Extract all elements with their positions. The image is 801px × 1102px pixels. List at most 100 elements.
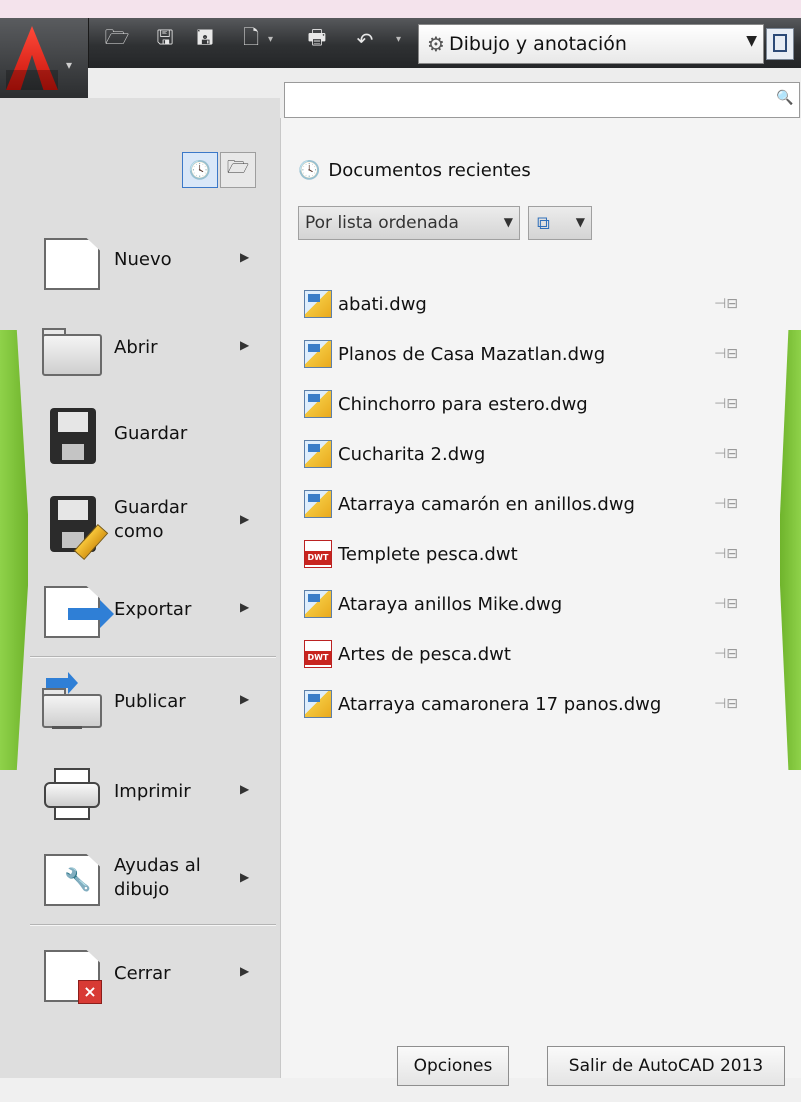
view-mode-buttons: 🕓 🗁 [182,152,256,188]
menu-label: Abrir [114,337,158,358]
printer-icon[interactable]: 🖶 [304,25,330,52]
pin-icon[interactable]: ⊣⊟ [714,546,738,562]
recent-file-item[interactable]: Chinchorro para estero.dwg ⊣⊟ [304,384,774,424]
menu-separator [30,656,276,658]
menu-item-cerrar[interactable]: × Cerrar ▶ [36,940,266,1010]
pin-icon[interactable]: ⊣⊟ [714,646,738,662]
open-documents-icon[interactable]: 🗁 [220,152,256,188]
menu-item-exportar[interactable]: Exportar ▶ [36,576,266,646]
gear-icon: ⚙ [427,32,445,56]
sort-order-label: Por lista ordenada [305,213,459,233]
exit-autocad-button[interactable]: Salir de AutoCAD 2013 [547,1046,785,1086]
pin-icon[interactable]: ⊣⊟ [714,496,738,512]
menu-label: Guardar [114,423,188,444]
menu-item-nuevo[interactable]: Nuevo ▶ [36,228,266,298]
application-menu-button[interactable]: ▾ [0,18,89,99]
menu-item-publicar[interactable]: Publicar ▶ [36,668,266,738]
menu-item-guardar[interactable]: Guardar [36,400,266,470]
pin-icon[interactable]: ⊣⊟ [714,296,738,312]
view-options-button[interactable]: ⧉ ▼ [528,206,592,240]
publish-icon [40,672,102,732]
recent-file-item[interactable]: abati.dwg ⊣⊟ [304,284,774,324]
dwg-file-icon [304,490,332,518]
search-input[interactable] [284,82,800,118]
menu-separator [30,924,276,926]
recent-documents-header: 🕓 Documentos recientes [298,160,531,181]
recent-file-name: abati.dwg [338,293,427,315]
menu-item-guardar-como[interactable]: Guardar como ▶ [36,488,266,561]
recent-file-item[interactable]: Artes de pesca.dwt ⊣⊟ [304,634,774,674]
workspace-selector[interactable]: ⚙ Dibujo y anotación ▼ [418,24,764,64]
menu-item-ayudas-al-dibujo[interactable]: 🔧 Ayudas al dibujo ▶ [36,844,266,914]
logo-shade [6,70,58,90]
recent-file-item[interactable]: Atarraya camaronera 17 panos.dwg ⊣⊟ [304,684,774,724]
recent-file-item[interactable]: Cucharita 2.dwg ⊣⊟ [304,434,774,474]
save-icon[interactable]: 🖫 [152,25,178,52]
chevron-right-icon: ▶ [240,782,250,796]
chevron-right-icon: ▶ [240,600,250,614]
menu-item-imprimir[interactable]: Imprimir ▶ [36,758,266,828]
pin-icon[interactable]: ⊣⊟ [714,596,738,612]
chevron-down-icon: ▼ [575,215,585,229]
pin-icon[interactable]: ⊣⊟ [714,396,738,412]
menu-label: Guardar como [114,497,188,542]
chevron-right-icon: ▶ [240,250,250,264]
chevron-down-icon[interactable]: ▾ [396,34,401,45]
menu-label: Exportar [114,599,192,620]
chevron-down-icon: ▼ [503,215,513,229]
recent-file-name: Atarraya camaronera 17 panos.dwg [338,693,662,715]
recent-file-item[interactable]: Atarraya camarón en anillos.dwg ⊣⊟ [304,484,774,524]
recent-file-name: Ataraya anillos Mike.dwg [338,593,563,615]
save-as-disk-icon [40,494,109,561]
dwt-file-icon [304,640,332,668]
export-icon [40,582,114,640]
dwg-file-icon [304,440,332,468]
recent-documents-icon[interactable]: 🕓 [182,152,218,188]
chevron-down-icon: ▼ [746,33,757,49]
recent-file-item[interactable]: Templete pesca.dwt ⊣⊟ [304,534,774,574]
chevron-down-icon[interactable]: ▾ [268,34,273,45]
chevron-right-icon: ▶ [240,964,250,978]
chevron-right-icon: ▶ [240,512,250,526]
menu-label: Nuevo [114,249,172,270]
recent-file-item[interactable]: Ataraya anillos Mike.dwg ⊣⊟ [304,584,774,624]
pin-icon[interactable]: ⊣⊟ [714,346,738,362]
plot-icon[interactable]: 🗋 [238,25,264,52]
folder-icon [40,322,102,380]
chevron-right-icon: ▶ [240,870,250,884]
close-document-icon: × [40,946,102,1004]
menu-label: Ayudas al dibujo [114,855,201,900]
chevron-down-icon: ▾ [66,58,73,72]
menu-label: Cerrar [114,963,171,984]
dwg-file-icon [304,290,332,318]
open-folder-icon[interactable]: 🗁 [104,25,130,52]
dwg-file-icon [304,690,332,718]
options-button[interactable]: Opciones [397,1046,509,1086]
customize-toolbar-icon[interactable] [766,28,794,60]
pin-icon[interactable]: ⊣⊟ [714,446,738,462]
menu-label: Imprimir [114,781,191,802]
recent-documents-title: Documentos recientes [328,160,531,181]
workspace-label: Dibujo y anotación [448,33,627,55]
printer-icon [40,764,100,822]
top-strip [0,0,801,19]
recent-file-name: Cucharita 2.dwg [338,443,486,465]
dwg-file-icon [304,390,332,418]
menu-label: Publicar [114,691,186,712]
recent-file-item[interactable]: Planos de Casa Mazatlan.dwg ⊣⊟ [304,334,774,374]
recent-file-name: Chinchorro para estero.dwg [338,393,588,415]
dwg-file-icon [304,590,332,618]
undo-icon[interactable]: ↶ [352,28,378,52]
drawing-utilities-icon: 🔧 [40,850,100,908]
menu-item-abrir[interactable]: Abrir ▶ [36,316,266,386]
save-as-icon[interactable]: 🖪 [192,25,218,52]
pin-icon[interactable]: ⊣⊟ [714,696,738,712]
dwg-file-icon [304,340,332,368]
search-icon[interactable]: 🔍 [776,90,793,106]
recent-file-name: Atarraya camarón en anillos.dwg [338,493,635,515]
sort-order-select[interactable]: Por lista ordenada ▼ [298,206,520,240]
recent-file-name: Planos de Casa Mazatlan.dwg [338,343,606,365]
recent-file-name: Templete pesca.dwt [338,543,518,565]
recent-documents-icon: 🕓 [298,160,321,181]
new-document-icon [40,234,100,292]
